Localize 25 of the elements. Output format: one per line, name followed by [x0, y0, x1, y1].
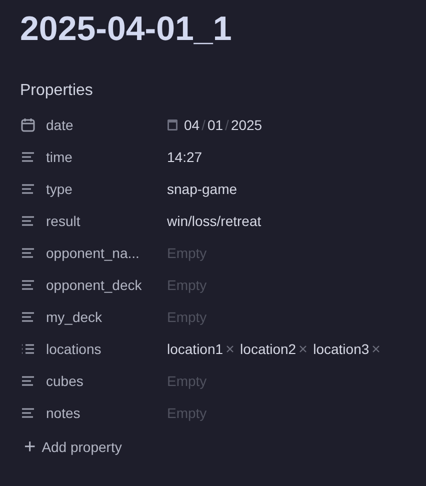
date-field[interactable]: 04/01/2025 [167, 117, 264, 133]
property-value[interactable]: win/loss/retreat [167, 213, 262, 229]
add-property-button[interactable]: + Add property [20, 435, 126, 459]
property-name[interactable]: notes [46, 405, 80, 421]
property-name[interactable]: opponent_na... [46, 245, 140, 261]
properties-heading[interactable]: Properties [20, 81, 93, 101]
calendar-icon [20, 117, 36, 133]
close-icon[interactable] [299, 345, 308, 353]
property-value[interactable]: 14:27 [167, 149, 202, 165]
property-name[interactable]: date [46, 117, 74, 133]
property-name[interactable]: my_deck [46, 309, 102, 325]
property-name[interactable]: cubes [46, 373, 84, 389]
close-icon[interactable] [226, 345, 234, 353]
property-name[interactable]: result [46, 213, 80, 229]
property-name[interactable]: type [46, 181, 72, 197]
close-icon[interactable] [372, 345, 380, 353]
property-name[interactable]: time [46, 149, 72, 165]
tag-label: location3 [313, 341, 370, 357]
property-name[interactable]: opponent_deck [46, 277, 142, 293]
tag-label: location2 [240, 341, 296, 357]
note-title: 2025-04-01_1 [20, 9, 233, 50]
property-name[interactable]: locations [46, 341, 102, 357]
calendar-icon [167, 119, 178, 131]
property-value[interactable]: snap-game [167, 181, 238, 197]
tag-label: location1 [167, 341, 224, 357]
